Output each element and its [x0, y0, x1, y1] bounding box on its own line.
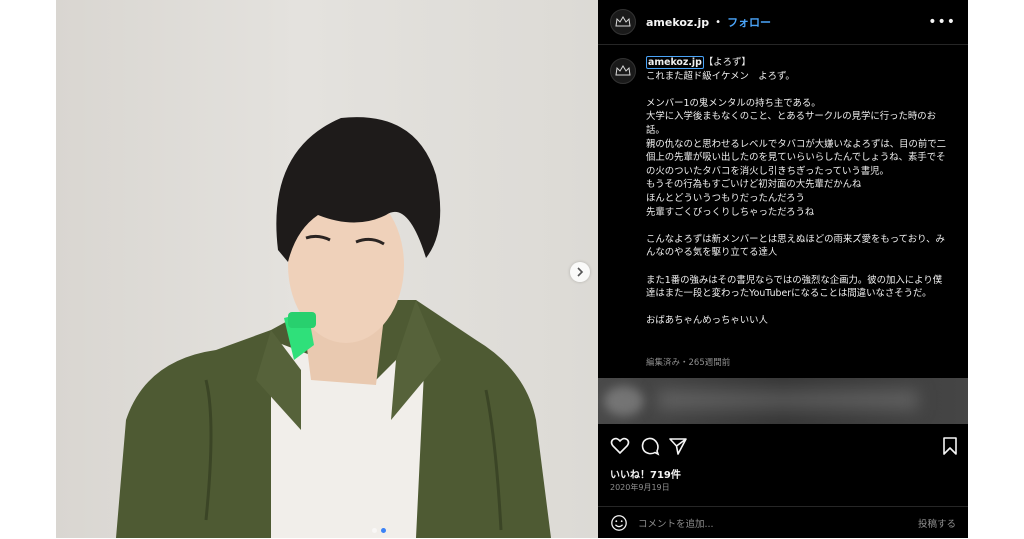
header-username[interactable]: amekoz.jp [646, 16, 709, 29]
comment-bar: コメントを追加... 投稿する [598, 506, 968, 539]
comment-input[interactable]: コメントを追加... [638, 516, 714, 530]
carousel-dots [372, 528, 386, 533]
post-date: 2020年9月19日 [610, 483, 670, 492]
post-comment-button[interactable]: 投稿する [918, 516, 956, 530]
photo-illustration [116, 117, 551, 538]
caption-avatar[interactable] [610, 58, 636, 84]
avatar-crown-icon [615, 65, 631, 76]
share-icon[interactable] [668, 436, 688, 456]
next-photo-button[interactable] [570, 262, 590, 282]
more-icon[interactable]: ••• [928, 14, 956, 30]
comment-icon[interactable] [640, 436, 660, 456]
post-panel: amekoz.jp • フォロー ••• amekoz.jp 【よろず】 これまた… [598, 0, 968, 538]
caption-text: amekoz.jp 【よろず】 これまた超ド級イケメン よろず。 メンバー1の鬼メ… [646, 56, 946, 328]
action-bar [598, 436, 968, 458]
carousel-dot-active [381, 528, 386, 533]
blurred-comment [598, 378, 968, 424]
avatar-crown-icon [615, 16, 631, 27]
emoji-icon[interactable] [610, 514, 628, 532]
avatar[interactable] [610, 9, 636, 35]
header-separator: • [715, 16, 722, 28]
like-count[interactable]: いいね！719件 [610, 466, 681, 481]
caption-body: 【よろず】 これまた超ド級イケメン よろず。 メンバー1の鬼メンタルの持ち主であ… [646, 57, 947, 327]
carousel-dot [372, 528, 377, 533]
bookmark-icon[interactable] [940, 436, 960, 456]
chevron-right-icon [577, 267, 584, 277]
post-photo [56, 0, 598, 538]
follow-button[interactable]: フォロー [727, 14, 771, 30]
caption-meta: 編集済み・265週間前 [646, 358, 731, 368]
heart-icon[interactable] [610, 436, 630, 456]
caption-username[interactable]: amekoz.jp [646, 56, 704, 69]
post-header: amekoz.jp • フォロー ••• [598, 0, 968, 45]
